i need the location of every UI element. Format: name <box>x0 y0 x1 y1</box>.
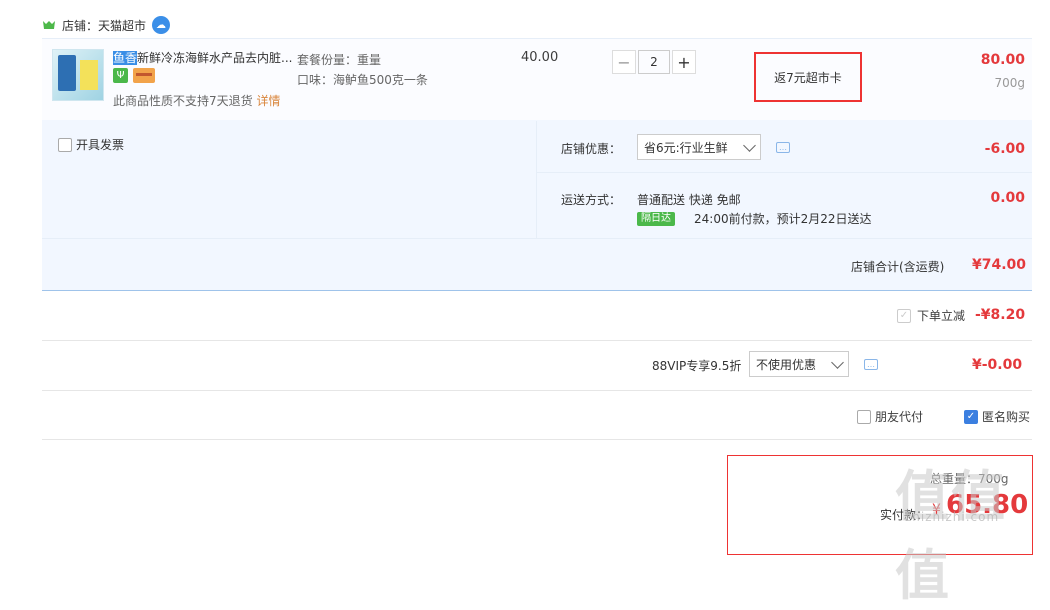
quantity-stepper: − 2 + <box>612 50 696 74</box>
product-thumbnail[interactable] <box>52 49 104 101</box>
divider <box>42 390 1032 391</box>
shop-discount-label: 店铺优惠： <box>561 142 622 156</box>
friend-pay-checkbox[interactable] <box>857 409 871 424</box>
shipping-amount: 0.00 <box>990 190 1025 206</box>
vip-label: 88VIP专享9.5折 <box>652 359 742 373</box>
card-badge-icon[interactable] <box>133 68 155 83</box>
invoice-checkbox[interactable] <box>58 137 72 152</box>
divider <box>42 439 1032 440</box>
message-icon[interactable]: … <box>864 359 878 370</box>
increase-button[interactable]: + <box>672 50 696 74</box>
instant-discount-checkbox: ✓ <box>897 308 911 323</box>
anonymous-checkbox[interactable]: ✓ <box>964 409 978 424</box>
shop-total-value: ¥74.00 <box>972 257 1027 273</box>
shop-icon <box>43 21 55 29</box>
invoice-label: 开具发票 <box>76 138 125 152</box>
spec-flavor: 口味：海鲈鱼500克一条 <box>297 73 428 87</box>
unit-price: 40.00 <box>521 50 559 65</box>
site-watermark: 值值值 <box>895 465 1007 607</box>
vip-select[interactable]: 不使用优惠 <box>749 351 849 377</box>
divider <box>536 121 537 239</box>
item-total-price: 80.00 <box>980 52 1025 68</box>
instant-discount-label: 下单立减 <box>917 309 966 323</box>
divider <box>42 238 1032 239</box>
item-weight: 700g <box>994 76 1025 90</box>
site-watermark-url: zhizhizhi.com <box>905 510 1000 524</box>
details-link[interactable]: 详情 <box>256 94 280 108</box>
instant-discount-amount: -¥8.20 <box>975 307 1026 323</box>
chevron-down-icon <box>743 138 756 152</box>
shop-header: 店铺：天猫超市 ☁ <box>42 14 171 36</box>
shipping-label: 运送方式： <box>561 193 622 207</box>
invoice-option[interactable]: 开具发票 <box>58 136 124 153</box>
next-day-badge: 隔日达 <box>637 212 675 226</box>
instant-discount-row: ✓ 下单立减 <box>897 307 965 324</box>
spec-package: 套餐份量：重量 <box>297 53 382 67</box>
anonymous-option[interactable]: ✓ 匿名购买 <box>964 408 1030 425</box>
shop-name[interactable]: 店铺：天猫超市 <box>62 17 146 34</box>
guarantee-badge-icon[interactable]: Ψ <box>113 68 128 83</box>
return-notice: 此商品性质不支持7天退货 详情 <box>113 94 281 108</box>
shipping-method: 普通配送 快递 免邮 <box>637 193 741 207</box>
vip-amount: ¥-0.00 <box>972 357 1023 373</box>
divider <box>42 340 1032 341</box>
shop-discount-select[interactable]: 省6元:行业生鲜 <box>637 134 761 160</box>
product-title[interactable]: 鱼香新鲜冷冻海鲜水产品去内脏... <box>113 49 293 66</box>
divider <box>537 172 1032 173</box>
chevron-down-icon <box>831 355 844 369</box>
decrease-button[interactable]: − <box>612 50 636 74</box>
rebate-info: 返7元超市卡 <box>754 52 862 102</box>
shop-total-label: 店铺合计(含运费) <box>851 260 945 274</box>
shop-discount-amount: -6.00 <box>984 141 1025 157</box>
friend-pay-option[interactable]: 朋友代付 <box>857 408 923 425</box>
quantity-input[interactable]: 2 <box>638 50 670 74</box>
message-icon[interactable]: … <box>776 142 790 153</box>
chat-icon[interactable]: ☁ <box>152 16 171 34</box>
delivery-note: 24:00前付款，预计2月22日送达 <box>694 212 872 226</box>
